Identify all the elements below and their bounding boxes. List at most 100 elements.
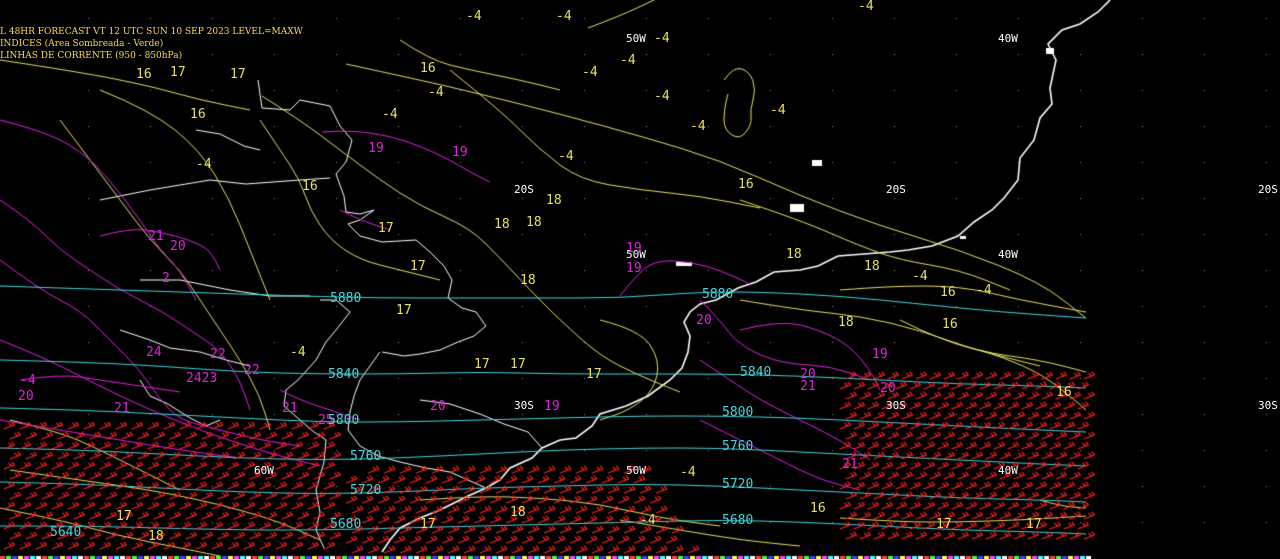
lon-label-40w-mid: 40W bbox=[998, 248, 1018, 261]
yellow-contour-label: 18 bbox=[510, 505, 526, 520]
yellow-contour-label: 16 bbox=[942, 317, 958, 332]
map-labels-layer: 40W 40W 40W 50W 50W 50W 60W 20S 20S 20S … bbox=[18, 0, 1278, 544]
yellow-contour-label: -4 bbox=[620, 53, 636, 68]
magenta-contour-label: -4 bbox=[20, 373, 36, 388]
yellow-contour-label: -4 bbox=[654, 89, 670, 104]
magenta-contour-label: 2 bbox=[162, 271, 170, 286]
magenta-contour-label: 22 bbox=[244, 363, 260, 378]
yellow-contour-label: -4 bbox=[290, 345, 306, 360]
lat-label-20s-east: 20S bbox=[886, 183, 906, 196]
yellow-contour-label: 16 bbox=[1056, 385, 1072, 400]
magenta-contour-label: 2423 bbox=[186, 371, 217, 386]
cyan-contour-label: 5880 bbox=[702, 287, 733, 302]
cyan-contour-label: 5760 bbox=[722, 439, 753, 454]
magenta-contour-label: 21 bbox=[148, 229, 164, 244]
cyan-label-group: 5880 5880 5840 5840 5800 5800 5760 5760 … bbox=[50, 287, 771, 540]
lat-label-20s-west: 20S bbox=[514, 183, 534, 196]
yellow-contour-label: 16 bbox=[190, 107, 206, 122]
magenta-contour-label: 20 bbox=[18, 389, 34, 404]
yellow-contour-label: -4 bbox=[196, 157, 212, 172]
yellow-contour-label: -4 bbox=[654, 31, 670, 46]
yellow-contour-label: -4 bbox=[640, 513, 656, 528]
yellow-contour-label: 17 bbox=[510, 357, 526, 372]
magenta-contour-label: 19 bbox=[368, 141, 384, 156]
magenta-contour-label: 19 bbox=[872, 347, 888, 362]
cyan-contour-label: 5760 bbox=[350, 449, 381, 464]
yellow-contour-label: 18 bbox=[546, 193, 562, 208]
yellow-contour-label: 17 bbox=[586, 367, 602, 382]
yellow-contour-label: 16 bbox=[810, 501, 826, 516]
magenta-contour-label: 21 bbox=[842, 457, 858, 472]
yellow-contour-label: 18 bbox=[148, 529, 164, 544]
magenta-contour-label: 19 bbox=[544, 399, 560, 414]
yellow-contour-label: 17 bbox=[410, 259, 426, 274]
magenta-contour-label: 20 bbox=[170, 239, 186, 254]
yellow-contour-label: -4 bbox=[690, 119, 706, 134]
yellow-contour-label: -4 bbox=[466, 9, 482, 24]
cyan-contour-label: 5680 bbox=[330, 517, 361, 532]
cyan-contour-label: 5800 bbox=[328, 413, 359, 428]
magenta-contour-label: 21 bbox=[114, 401, 130, 416]
yellow-contour-label: 16 bbox=[940, 285, 956, 300]
yellow-contour-label: 18 bbox=[864, 259, 880, 274]
magenta-contour-label: 20 bbox=[880, 381, 896, 396]
cyan-contour-label: 5720 bbox=[350, 483, 381, 498]
yellow-contour-label: -4 bbox=[582, 65, 598, 80]
cyan-contour-label: 5800 bbox=[722, 405, 753, 420]
cyan-contour-label: 5880 bbox=[330, 291, 361, 306]
yellow-contour-label: -4 bbox=[912, 269, 928, 284]
yellow-contour-label: -4 bbox=[976, 283, 992, 298]
yellow-contour-label: 17 bbox=[936, 517, 952, 532]
magenta-contour-label: 19 bbox=[626, 261, 642, 276]
yellow-contour-label: 18 bbox=[494, 217, 510, 232]
yellow-contour-label: 17 bbox=[378, 221, 394, 236]
cyan-contour-label: 5680 bbox=[722, 513, 753, 528]
lon-label-50w-north: 50W bbox=[626, 32, 646, 45]
yellow-contour-label: 17 bbox=[1026, 517, 1042, 532]
lat-label-20s-edge: 20S bbox=[1258, 183, 1278, 196]
yellow-contour-label: 18 bbox=[838, 315, 854, 330]
yellow-contour-label: 18 bbox=[526, 215, 542, 230]
lat-label-30s-edge: 30S bbox=[1258, 399, 1278, 412]
cyan-contour-label: 5720 bbox=[722, 477, 753, 492]
yellow-contour-label: 17 bbox=[420, 517, 436, 532]
lon-label-50w-south: 50W bbox=[626, 464, 646, 477]
grid-label-group: 40W 40W 40W 50W 50W 50W 60W 20S 20S 20S … bbox=[254, 32, 1278, 477]
yellow-contour-label: 16 bbox=[302, 179, 318, 194]
magenta-contour-label: 22 bbox=[210, 347, 226, 362]
cyan-contour-label: 5840 bbox=[740, 365, 771, 380]
magenta-contour-label: 19 bbox=[452, 145, 468, 160]
yellow-contour-label: -4 bbox=[428, 85, 444, 100]
yellow-contour-label: -4 bbox=[770, 103, 786, 118]
magenta-label-group: 19 19 19 19 21 20 2 24 2423 22 21 25 20 … bbox=[18, 141, 896, 472]
yellow-label-group: -4 -4 -4 -4 -4 -4 -4 -4 -4 -4 -4 -4 16 1… bbox=[116, 0, 1072, 544]
magenta-contour-label: 24 bbox=[146, 345, 162, 360]
cyan-contour-label: 5840 bbox=[328, 367, 359, 382]
yellow-contour-label: 17 bbox=[116, 509, 132, 524]
yellow-contour-label: 17 bbox=[396, 303, 412, 318]
yellow-contour-label: -4 bbox=[858, 0, 874, 14]
yellow-contour-label: -4 bbox=[558, 149, 574, 164]
lat-label-30s-east: 30S bbox=[886, 399, 906, 412]
yellow-contour-label: 17 bbox=[474, 357, 490, 372]
yellow-contour-label: 16 bbox=[738, 177, 754, 192]
magenta-contour-label: 21 bbox=[282, 401, 298, 416]
yellow-contour-label: 16 bbox=[420, 61, 436, 76]
lon-label-40w-north: 40W bbox=[998, 32, 1018, 45]
magenta-contour-label: 19 bbox=[626, 241, 642, 256]
lon-label-40w-south: 40W bbox=[998, 464, 1018, 477]
lon-label-60w: 60W bbox=[254, 464, 274, 477]
yellow-contour-label: -4 bbox=[382, 107, 398, 122]
magenta-contour-label: 20 bbox=[430, 399, 446, 414]
magenta-contour-label: 21 bbox=[800, 379, 816, 394]
yellow-contour-label: 17 bbox=[170, 65, 186, 80]
yellow-contour-label: -4 bbox=[556, 9, 572, 24]
yellow-contour-label: 18 bbox=[786, 247, 802, 262]
yellow-contour-label: 17 bbox=[230, 67, 246, 82]
magenta-contour-label: 20 bbox=[696, 313, 712, 328]
yellow-contour-label: 16 bbox=[136, 67, 152, 82]
yellow-contour-label: -4 bbox=[680, 465, 696, 480]
lat-label-30s-west: 30S bbox=[514, 399, 534, 412]
cyan-contour-label: 5640 bbox=[50, 525, 81, 540]
yellow-contour-label: 18 bbox=[520, 273, 536, 288]
